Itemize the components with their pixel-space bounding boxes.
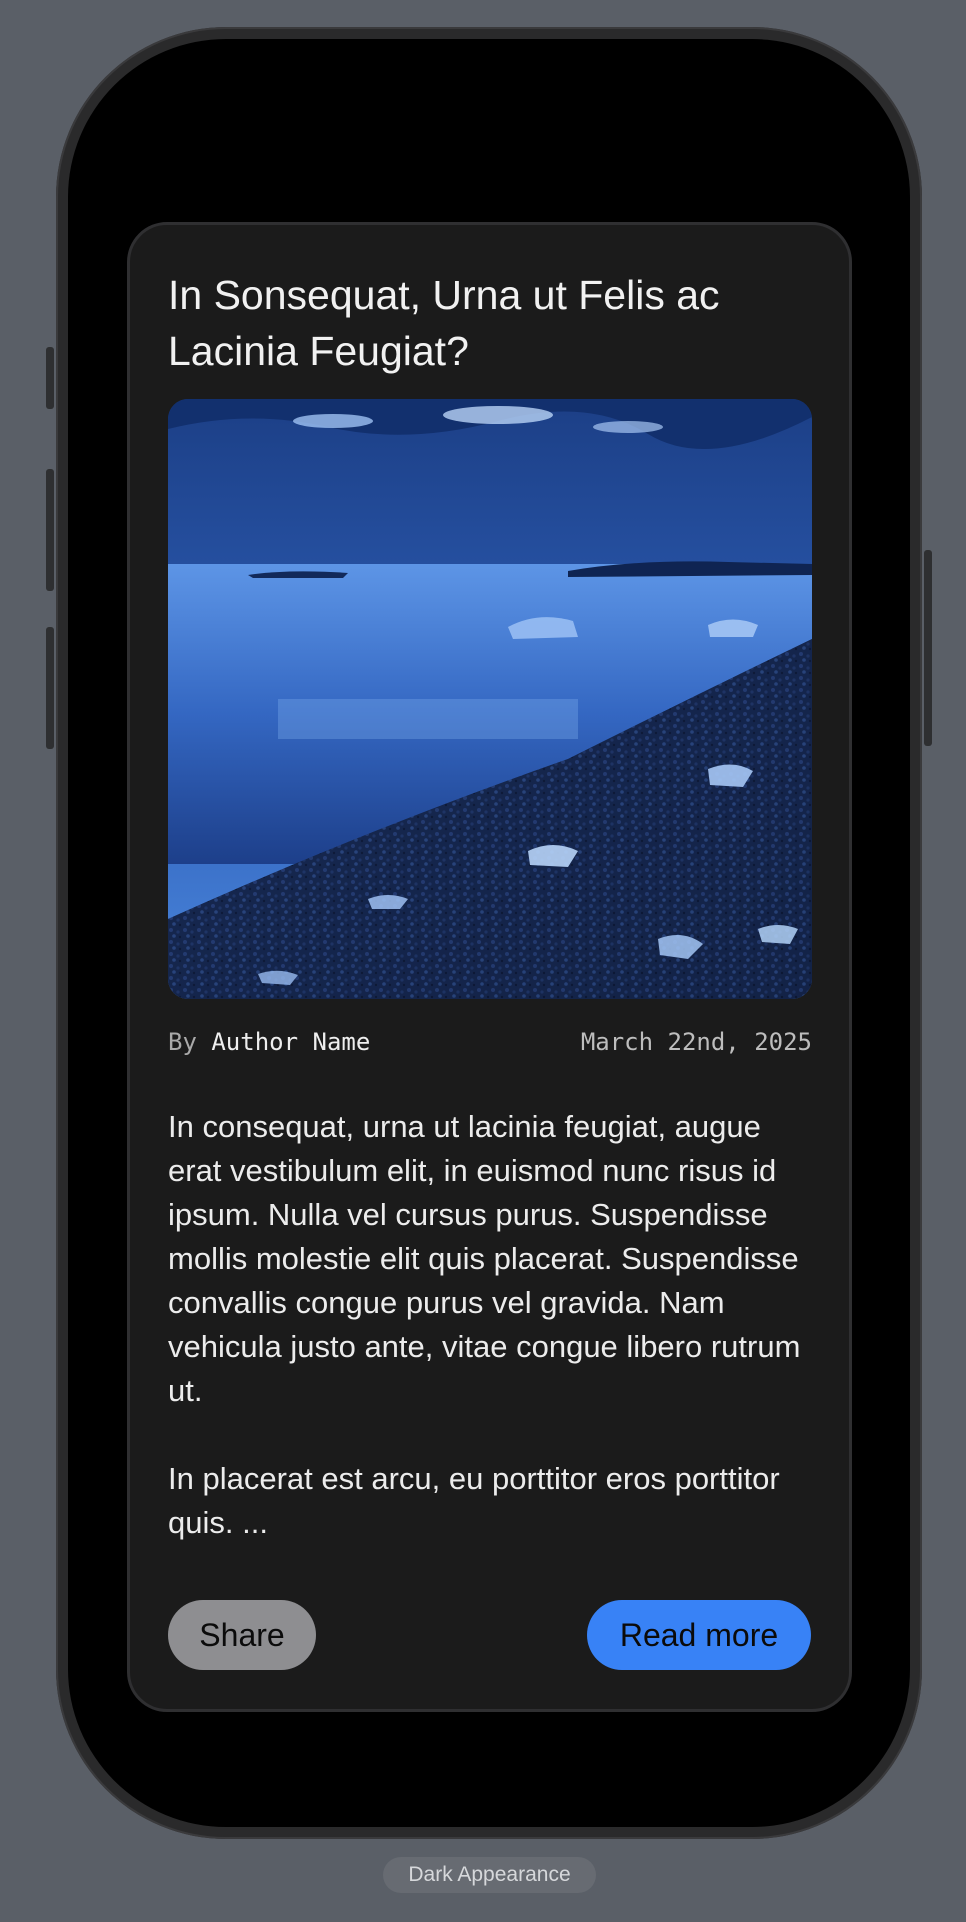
- appearance-caption: Dark Appearance: [383, 1857, 596, 1893]
- volume-up-button: [46, 469, 54, 591]
- article-paragraph: In consequat, urna ut lacinia feugiat, a…: [168, 1109, 801, 1408]
- power-button: [924, 550, 932, 746]
- article-hero-image: [168, 399, 812, 999]
- action-button: [46, 347, 54, 409]
- article-meta: By Author Name March 22nd, 2025: [168, 1025, 812, 1059]
- article-paragraph: In placerat est arcu, eu porttitor eros …: [168, 1461, 780, 1540]
- byline-prefix: By: [168, 1028, 197, 1056]
- share-button[interactable]: Share: [168, 1600, 316, 1670]
- article-title: In Sonsequat, Urna ut Felis ac Lacinia F…: [168, 272, 720, 374]
- article-body: In consequat, urna ut lacinia feugiat, a…: [168, 1105, 818, 1589]
- volume-down-button: [46, 627, 54, 749]
- publish-date: March 22nd, 2025: [580, 1028, 812, 1056]
- landscape-image: [168, 399, 812, 999]
- byline: By Author Name: [168, 1025, 370, 1059]
- read-more-button[interactable]: Read more: [587, 1600, 811, 1670]
- author-name: Author Name: [211, 1028, 371, 1056]
- article-card: In Sonsequat, Urna ut Felis ac Lacinia F…: [127, 222, 852, 1712]
